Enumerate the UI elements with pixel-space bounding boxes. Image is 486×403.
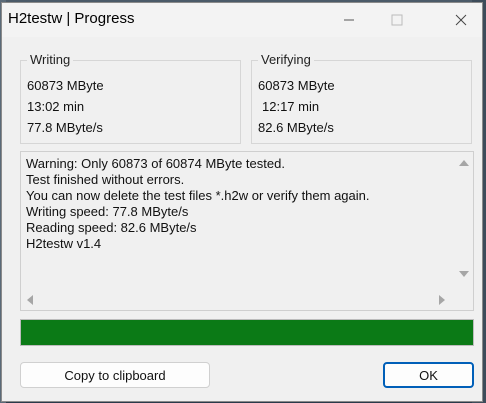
writing-size: 60873 MByte: [27, 78, 104, 93]
verifying-time: 12:17 min: [262, 99, 320, 114]
close-button[interactable]: [438, 3, 484, 37]
verifying-legend: Verifying: [258, 52, 314, 67]
log-textbox[interactable]: Warning: Only 60873 of 60874 MByte teste…: [20, 151, 474, 311]
writing-legend: Writing: [27, 52, 74, 67]
verifying-group: Verifying 60873 MByte 12:17 min 82.6 MBy…: [251, 52, 472, 144]
progress-bar: [20, 319, 474, 346]
verifying-speed: 82.6 MByte/s: [258, 120, 334, 135]
title-bar[interactable]: H2testw | Progress: [2, 3, 482, 37]
scrollbar-corner: [456, 291, 473, 310]
scroll-left-icon[interactable]: [27, 295, 33, 305]
progress-window: H2testw | Progress Writing 60873 MByte 1…: [1, 2, 483, 402]
minimize-icon: [344, 19, 354, 21]
copy-to-clipboard-button[interactable]: Copy to clipboard: [20, 362, 210, 388]
window-title: H2testw | Progress: [8, 10, 135, 27]
verifying-size: 60873 MByte: [258, 78, 335, 93]
maximize-button[interactable]: [374, 3, 420, 37]
horizontal-scrollbar[interactable]: [21, 291, 457, 310]
scroll-up-icon[interactable]: [459, 160, 469, 166]
writing-speed: 77.8 MByte/s: [27, 120, 103, 135]
close-icon: [455, 14, 467, 26]
log-line: Warning: Only 60873 of 60874 MByte teste…: [26, 156, 285, 171]
scroll-down-icon[interactable]: [459, 271, 469, 277]
minimize-button[interactable]: [326, 3, 372, 37]
log-line: Test finished without errors.: [26, 172, 185, 187]
vertical-scrollbar[interactable]: [456, 152, 473, 291]
log-line: Writing speed: 77.8 MByte/s: [26, 204, 189, 219]
writing-group: Writing 60873 MByte 13:02 min 77.8 MByte…: [20, 52, 241, 144]
maximize-icon: [391, 14, 403, 26]
progress-fill: [21, 320, 473, 345]
log-line: H2testw v1.4: [26, 236, 102, 251]
ok-button[interactable]: OK: [383, 362, 474, 388]
log-line: You can now delete the test files *.h2w …: [26, 188, 370, 203]
writing-time: 13:02 min: [27, 99, 85, 114]
scroll-right-icon[interactable]: [439, 295, 445, 305]
log-line: Reading speed: 82.6 MByte/s: [26, 220, 197, 235]
